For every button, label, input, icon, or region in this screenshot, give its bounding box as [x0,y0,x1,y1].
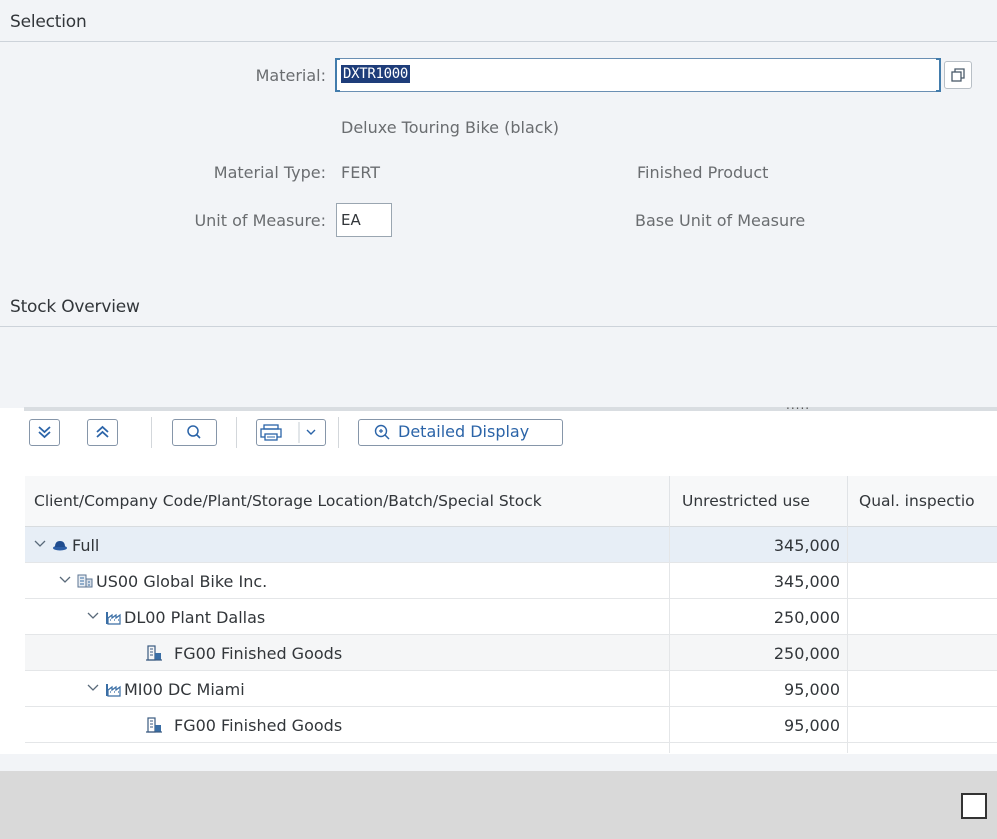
zoom-detail-icon [374,424,390,440]
selection-section-title: Selection [10,12,87,32]
tree-row-label: DL00 Plant Dallas [124,608,266,627]
client-icon [53,541,67,551]
tree-row-plant-dallas[interactable]: DL00 Plant Dallas 250,000 [25,599,997,635]
toolbar-separator [151,417,152,448]
material-type-description: Finished Product [637,163,769,182]
search-icon [187,425,201,439]
chevron-down-icon[interactable] [86,609,100,623]
chevron-down-icon[interactable] [86,681,100,695]
tree-row-company[interactable]: US00 Global Bike Inc. 345,000 [25,563,997,599]
material-type-label: Material Type: [213,163,326,182]
material-description: Deluxe Touring Bike (black) [341,118,560,137]
unrestricted-value: 95,000 [784,680,840,699]
tree-row-label: US00 Global Bike Inc. [96,572,268,591]
material-field[interactable]: DXTR1000 [335,58,941,92]
focus-bracket-right [936,58,941,92]
tree-row-label: Full [72,536,100,555]
stock-overview-section-title: Stock Overview [10,297,140,317]
toolbar-separator [338,417,339,448]
column-separator [669,527,670,753]
column-separator [847,527,848,753]
toolbar-separator [236,417,237,448]
expand-all-button[interactable] [29,419,60,446]
expand-all-icon [38,426,51,439]
focus-bracket-left [335,58,340,92]
column-header-unrestricted[interactable]: Unrestricted use [682,492,810,510]
tree-row-empty [25,743,997,754]
storage-location-icon [146,717,162,733]
stock-overview-divider [0,326,997,327]
grid-header: Client/Company Code/Plant/Storage Locati… [25,476,997,527]
print-icon [260,422,316,443]
column-header-hierarchy[interactable]: Client/Company Code/Plant/Storage Locati… [34,492,542,510]
company-icon [77,574,93,588]
find-button[interactable] [172,419,217,446]
value-help-button[interactable] [944,61,972,89]
unrestricted-value: 345,000 [773,572,840,591]
column-separator[interactable] [669,476,670,527]
footer-checkbox[interactable] [961,793,987,819]
unrestricted-value: 250,000 [773,644,840,663]
unrestricted-value: 345,000 [773,536,840,555]
column-header-qual-inspection[interactable]: Qual. inspectio [859,492,975,510]
uom-label: Unit of Measure: [194,211,326,230]
plant-icon [106,684,121,697]
tree-row-label: MI00 DC Miami [124,680,245,699]
tree-row-full[interactable]: Full 345,000 [25,527,997,563]
collapse-all-button[interactable] [87,419,118,446]
print-button[interactable] [256,419,326,446]
unrestricted-value: 250,000 [773,608,840,627]
chevron-down-icon[interactable] [58,573,72,587]
splitter-handle[interactable]: ..... [786,398,810,412]
plant-icon [106,612,121,625]
tree-row-storage-miami[interactable]: FG00 Finished Goods 95,000 [25,707,997,743]
selection-divider [0,41,997,42]
tree-row-plant-miami[interactable]: MI00 DC Miami 95,000 [25,671,997,707]
material-type-value: FERT [341,163,381,182]
uom-description: Base Unit of Measure [635,211,806,230]
footer-bar [0,771,997,839]
detailed-display-label: Detailed Display [398,422,530,441]
uom-field[interactable]: EA [336,203,392,237]
value-help-icon [951,68,965,82]
tree-row-label: FG00 Finished Goods [174,716,343,735]
tree-row-storage-dallas[interactable]: FG00 Finished Goods 250,000 [25,635,997,671]
storage-location-icon [146,645,162,661]
unrestricted-value: 95,000 [784,716,840,735]
collapse-all-icon [96,425,109,438]
column-separator[interactable] [847,476,848,527]
tree-row-label: FG00 Finished Goods [174,644,343,663]
splitter-bar[interactable] [24,407,997,411]
material-field-value[interactable]: DXTR1000 [341,65,411,83]
chevron-down-icon[interactable] [33,537,47,551]
material-label: Material: [255,66,326,85]
